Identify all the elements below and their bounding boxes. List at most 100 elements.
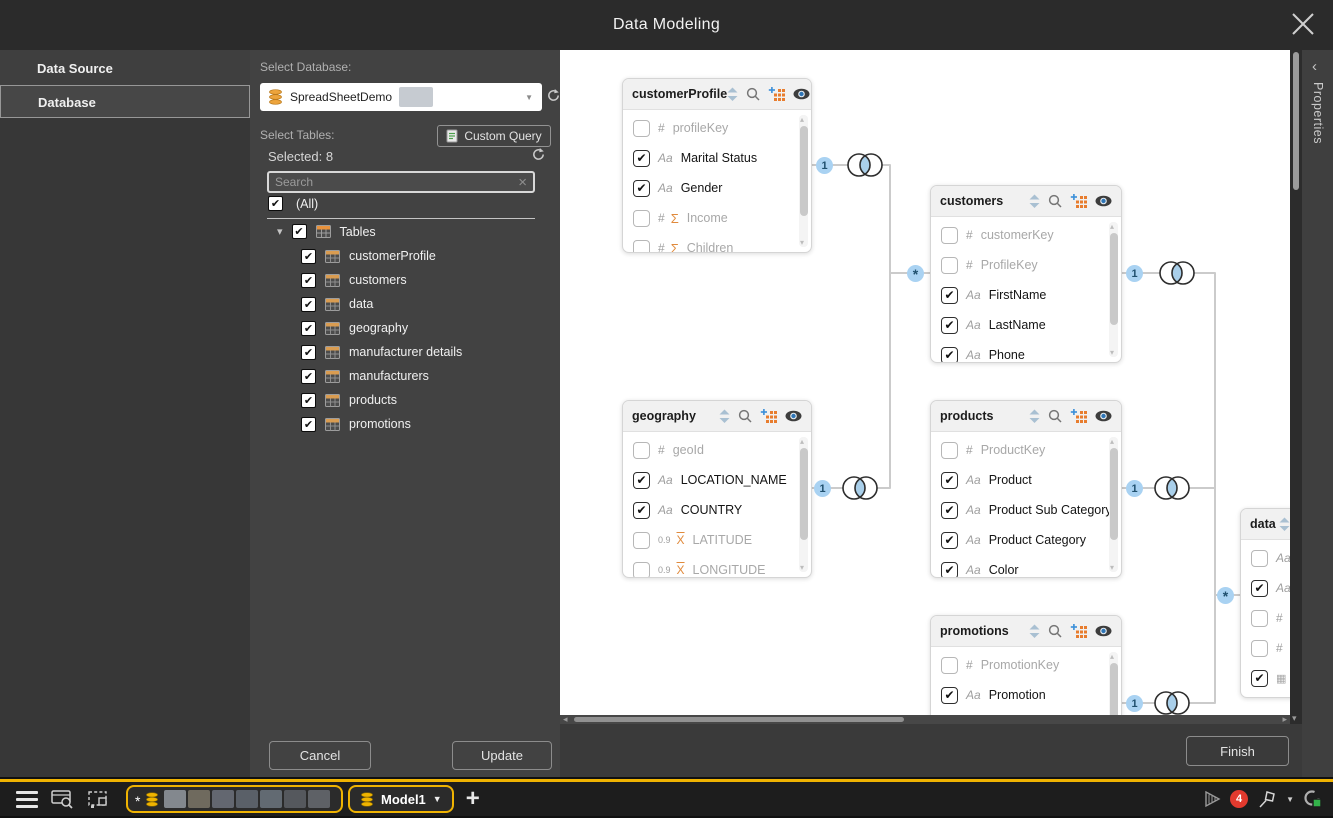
nav-item-data-source[interactable]: Data Source — [0, 52, 250, 85]
scrollbar-thumb[interactable] — [800, 448, 808, 540]
join-icon[interactable] — [843, 477, 877, 499]
field-row[interactable]: Aa Marital Status — [623, 143, 811, 173]
table-row[interactable]: customers — [301, 268, 462, 292]
table-card[interactable]: products # ProductKey Aa Product Aa Prod… — [930, 400, 1122, 578]
field-checkbox[interactable] — [941, 472, 958, 489]
publish-icon[interactable] — [1204, 790, 1221, 808]
eye-icon[interactable] — [793, 88, 810, 100]
field-row[interactable]: # profileKey — [623, 113, 811, 143]
scroll-down-icon[interactable]: ▾ — [800, 238, 804, 247]
table-checkbox[interactable] — [301, 249, 316, 264]
field-checkbox[interactable] — [1251, 610, 1268, 627]
search-icon[interactable] — [746, 87, 760, 101]
join-icon[interactable] — [1155, 692, 1189, 714]
scrollbar-thumb[interactable] — [1110, 448, 1118, 540]
field-row[interactable]: # — [1241, 603, 1290, 633]
canvas-horizontal-scrollbar[interactable]: ◂ ▸ — [560, 715, 1290, 724]
join-icon[interactable] — [1160, 262, 1194, 284]
scroll-up-icon[interactable]: ▴ — [1110, 437, 1114, 446]
table-row[interactable]: geography — [301, 316, 462, 340]
field-row[interactable]: Aa — [1241, 543, 1290, 573]
field-row[interactable]: 0.9X LATITUDE — [623, 525, 811, 555]
field-checkbox[interactable] — [633, 562, 650, 578]
eye-icon[interactable] — [1095, 625, 1112, 637]
cancel-button[interactable]: Cancel — [269, 741, 371, 770]
field-checkbox[interactable] — [633, 120, 650, 137]
table-checkbox[interactable] — [301, 321, 316, 336]
table-row[interactable]: customerProfile — [301, 244, 462, 268]
join-icon[interactable] — [848, 154, 882, 176]
sort-icon[interactable] — [1029, 194, 1040, 209]
table-row[interactable]: manufacturers — [301, 364, 462, 388]
field-checkbox[interactable] — [941, 227, 958, 244]
field-row[interactable]: Aa — [1241, 573, 1290, 603]
update-button[interactable]: Update — [452, 741, 552, 770]
tables-root-checkbox[interactable] — [292, 224, 307, 239]
sort-icon[interactable] — [727, 87, 738, 102]
card-scrollbar[interactable]: ▴ ▾ — [1109, 652, 1118, 715]
model-tab[interactable]: Model1 ▼ — [348, 785, 454, 813]
caret-down-icon[interactable]: ▼ — [1286, 795, 1294, 804]
table-card[interactable]: geography # geoId Aa LOCATION_NAME Aa CO… — [622, 400, 812, 578]
table-checkbox[interactable] — [301, 345, 316, 360]
card-scrollbar[interactable]: ▴ ▾ — [1109, 437, 1118, 572]
search-icon[interactable] — [1048, 409, 1062, 423]
field-row[interactable]: Aa Product Category — [931, 525, 1121, 555]
custom-query-button[interactable]: Custom Query — [437, 125, 551, 147]
field-checkbox[interactable] — [633, 472, 650, 489]
search-icon[interactable] — [1048, 194, 1062, 208]
widget-designer-icon[interactable] — [88, 790, 109, 809]
table-checkbox[interactable] — [301, 393, 316, 408]
add-column-icon[interactable] — [760, 409, 777, 424]
join-icon[interactable] — [1155, 477, 1189, 499]
field-checkbox[interactable] — [941, 287, 958, 304]
refresh-database-button[interactable] — [546, 88, 561, 106]
field-row[interactable]: Aa LastName — [931, 310, 1121, 340]
scroll-down-icon[interactable]: ▾ — [1292, 714, 1297, 723]
scroll-up-icon[interactable]: ▴ — [1110, 222, 1114, 231]
sort-icon[interactable] — [1029, 624, 1040, 639]
table-card[interactable]: data Aa Aa # # ▦ ▴ ▾ — [1240, 508, 1290, 698]
table-row[interactable]: products — [301, 388, 462, 412]
select-all-row[interactable]: (All) — [268, 196, 318, 211]
table-checkbox[interactable] — [301, 297, 316, 312]
scroll-right-icon[interactable]: ▸ — [1282, 715, 1287, 724]
scroll-up-icon[interactable]: ▴ — [800, 437, 804, 446]
table-row[interactable]: manufacturer details — [301, 340, 462, 364]
eye-icon[interactable] — [1095, 410, 1112, 422]
refresh-tables-button[interactable] — [531, 147, 546, 165]
field-checkbox[interactable] — [941, 442, 958, 459]
close-button[interactable] — [1285, 7, 1321, 43]
field-row[interactable]: #Σ Income — [623, 203, 811, 233]
menu-icon[interactable] — [16, 791, 38, 808]
field-row[interactable]: Aa Phone — [931, 340, 1121, 362]
scroll-down-icon[interactable]: ▾ — [1110, 563, 1114, 572]
tables-root-row[interactable]: ▾ Tables — [277, 224, 376, 239]
pin-icon[interactable] — [1257, 790, 1277, 809]
field-row[interactable]: # ProductKey — [931, 435, 1121, 465]
sort-icon[interactable] — [719, 409, 730, 424]
field-checkbox[interactable] — [633, 210, 650, 227]
field-checkbox[interactable] — [941, 532, 958, 549]
field-row[interactable]: 0.9X LONGITUDE — [623, 555, 811, 577]
field-checkbox[interactable] — [1251, 640, 1268, 657]
select-all-checkbox[interactable] — [268, 196, 283, 211]
table-row[interactable]: promotions — [301, 412, 462, 436]
field-row[interactable]: Aa Promotion — [931, 680, 1121, 710]
data-preview-icon[interactable] — [51, 789, 74, 809]
finish-button[interactable]: Finish — [1186, 736, 1289, 766]
field-checkbox[interactable] — [633, 532, 650, 549]
table-row[interactable]: data — [301, 292, 462, 316]
sort-icon[interactable] — [1279, 517, 1290, 532]
field-checkbox[interactable] — [941, 317, 958, 334]
scroll-down-icon[interactable]: ▾ — [1110, 348, 1114, 357]
field-checkbox[interactable] — [941, 347, 958, 363]
table-checkbox[interactable] — [301, 369, 316, 384]
tree-expand-icon[interactable]: ▾ — [277, 225, 283, 238]
scroll-up-icon[interactable]: ▴ — [1110, 652, 1114, 661]
field-row[interactable]: Aa COUNTRY — [623, 495, 811, 525]
field-checkbox[interactable] — [633, 442, 650, 459]
field-row[interactable]: # geoId — [623, 435, 811, 465]
scrollbar-thumb[interactable] — [1110, 233, 1118, 325]
field-row[interactable]: Aa FirstName — [931, 280, 1121, 310]
